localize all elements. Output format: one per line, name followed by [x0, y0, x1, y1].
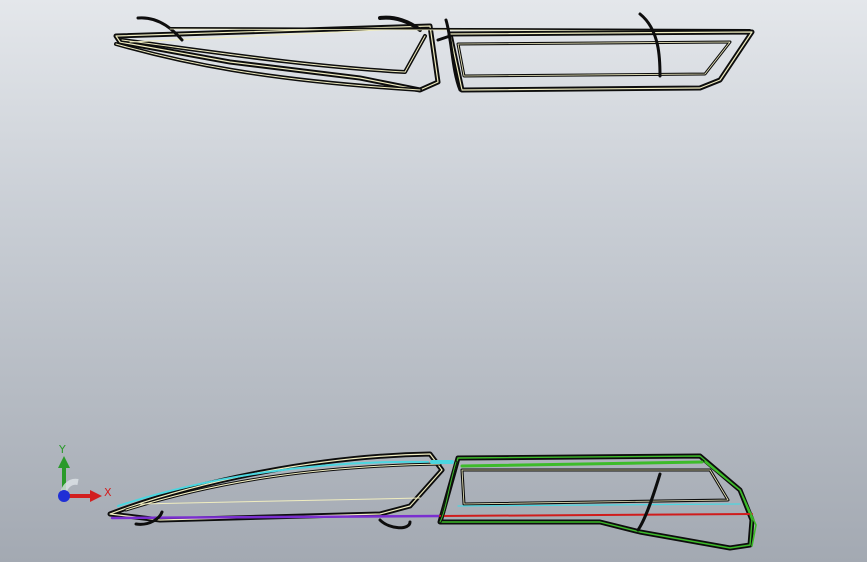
front-window-frame-bottom[interactable]: [437, 453, 757, 551]
rear-window-frame-bottom[interactable]: [107, 451, 454, 530]
graphics-viewport[interactable]: X Y: [0, 0, 867, 562]
coordinate-axes-icon: X Y: [44, 438, 124, 518]
door-frame-bottom-model[interactable]: [0, 0, 867, 562]
y-axis-label: Y: [59, 443, 66, 456]
x-axis-label: X: [104, 486, 112, 499]
triad-graphic: [58, 456, 102, 502]
